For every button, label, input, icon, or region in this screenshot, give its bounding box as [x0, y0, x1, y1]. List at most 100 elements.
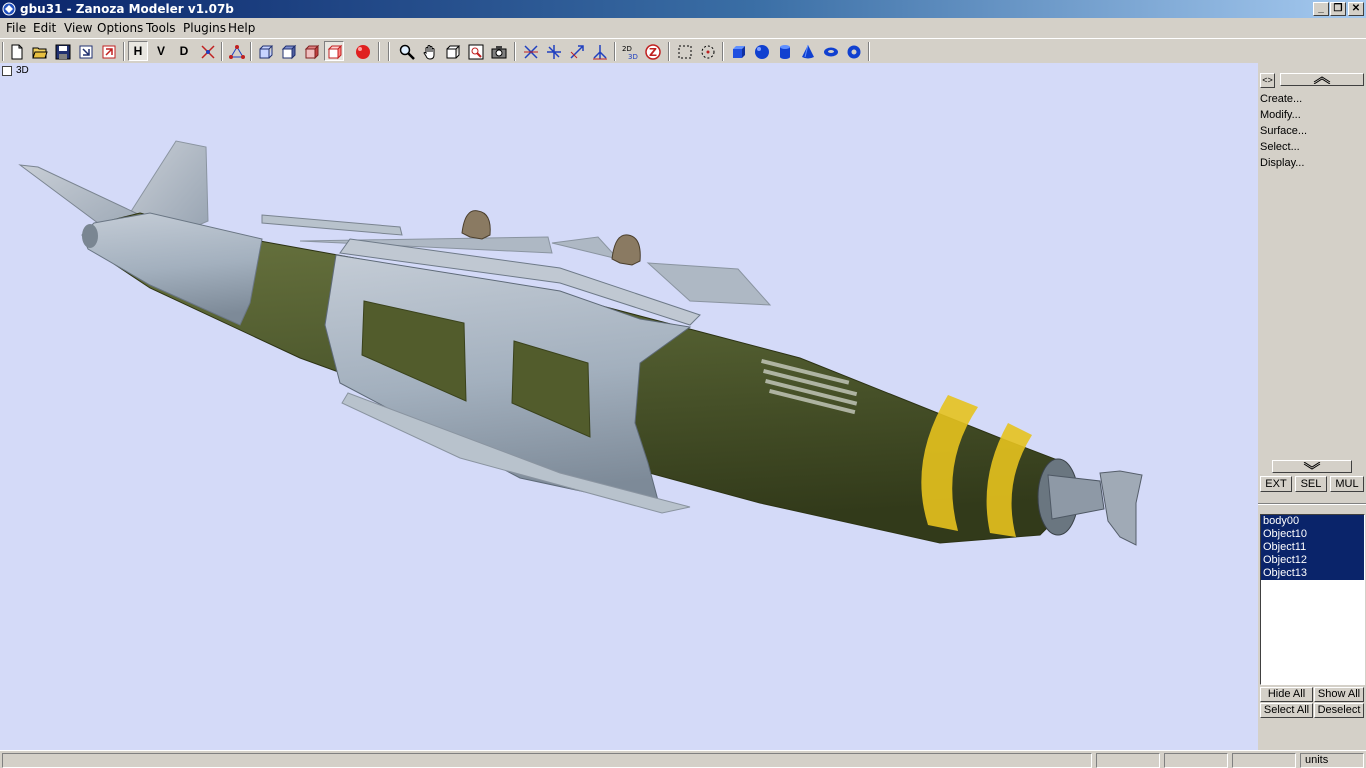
- open-folder-icon: [32, 47, 48, 59]
- svg-text:2D: 2D: [622, 45, 632, 53]
- rect-select-icon: [678, 45, 692, 59]
- view-h-button[interactable]: H: [128, 41, 148, 61]
- status-bar: units: [0, 750, 1366, 768]
- view-d-button[interactable]: D: [174, 41, 194, 61]
- object-list[interactable]: body00 Object10 Object11 Object12 Object…: [1260, 514, 1365, 685]
- status-units: units: [1300, 753, 1364, 768]
- box-cube-icon: [281, 44, 297, 60]
- bomb-model: [18, 140, 1143, 546]
- chevron-up-icon: [1313, 76, 1331, 85]
- close-button[interactable]: ✕: [1348, 2, 1364, 16]
- mirror-button[interactable]: [589, 41, 609, 61]
- rotate-button[interactable]: [543, 41, 563, 61]
- ext-button[interactable]: EXT: [1260, 476, 1292, 492]
- create-box-button[interactable]: [728, 41, 748, 61]
- restore-button[interactable]: ❐: [1330, 2, 1346, 16]
- minimize-button[interactable]: _: [1313, 2, 1329, 16]
- scroll-up-button[interactable]: [1280, 73, 1364, 86]
- menu-help[interactable]: Help: [228, 21, 255, 35]
- scroll-down-button[interactable]: [1272, 460, 1352, 473]
- 2d-3d-button[interactable]: 2D 3D: [619, 41, 639, 61]
- list-item-object10[interactable]: Object10: [1261, 528, 1364, 541]
- select-all-button[interactable]: Select All: [1260, 703, 1313, 718]
- mirror-icon: [593, 45, 607, 60]
- box-cube-button[interactable]: [278, 41, 298, 61]
- scale-button[interactable]: [566, 41, 586, 61]
- zoom-region-button[interactable]: [465, 41, 485, 61]
- list-item-object13[interactable]: Object13: [1261, 567, 1364, 580]
- box-view-button[interactable]: [442, 41, 462, 61]
- panel-toggle-button[interactable]: <>: [1260, 73, 1275, 88]
- window-title: gbu31 - Zanoza Modeler v1.07b: [20, 2, 234, 16]
- rect-select-button[interactable]: [674, 41, 694, 61]
- import-button[interactable]: [75, 41, 95, 61]
- nose-fuze: [1047, 474, 1105, 520]
- panel-divider: [1258, 503, 1366, 505]
- command-create[interactable]: Create...: [1260, 93, 1302, 105]
- command-select[interactable]: Select...: [1260, 141, 1300, 153]
- list-item-body00[interactable]: body00: [1261, 515, 1364, 528]
- new-file-icon: [11, 44, 23, 60]
- create-cylinder-button[interactable]: [774, 41, 794, 61]
- command-modify[interactable]: Modify...: [1260, 109, 1301, 121]
- create-sphere-button[interactable]: [751, 41, 771, 61]
- app-icon: [2, 2, 16, 16]
- create-torus-button[interactable]: [820, 41, 840, 61]
- circle-select-button[interactable]: [697, 41, 717, 61]
- top-rail: [261, 214, 403, 236]
- toolbar-separator: [123, 42, 125, 61]
- axes-button[interactable]: [197, 41, 217, 61]
- export-button[interactable]: [98, 41, 118, 61]
- toolbar-separator: [250, 42, 252, 61]
- svg-text:3D: 3D: [628, 53, 638, 60]
- save-button[interactable]: [52, 41, 72, 61]
- wire-cube-button[interactable]: [255, 41, 275, 61]
- move-button[interactable]: [520, 41, 540, 61]
- render-sphere-button[interactable]: [352, 41, 372, 61]
- z-circle-icon: Z: [645, 44, 661, 60]
- toolbar-separator: [668, 42, 670, 61]
- create-cone-button[interactable]: [797, 41, 817, 61]
- menu-file[interactable]: File: [6, 21, 26, 35]
- menu-edit[interactable]: Edit: [33, 21, 56, 35]
- suspension-lug-1: [461, 210, 491, 240]
- blue-cylinder-icon: [780, 45, 790, 59]
- menu-options[interactable]: Options: [97, 21, 143, 35]
- menu-plugins[interactable]: Plugins: [183, 21, 226, 35]
- open-file-button[interactable]: [29, 41, 49, 61]
- svg-text:Z: Z: [649, 46, 657, 59]
- new-file-button[interactable]: [6, 41, 26, 61]
- zoom-button[interactable]: [396, 41, 416, 61]
- wire-cube-icon: [259, 45, 274, 59]
- show-all-button[interactable]: Show All: [1314, 687, 1364, 702]
- toolbar-grip: [2, 42, 4, 61]
- view-v-button[interactable]: V: [151, 41, 171, 61]
- flat-cube-button[interactable]: [301, 41, 321, 61]
- textured-cube-icon: [327, 44, 343, 60]
- camera-button[interactable]: [488, 41, 508, 61]
- vertex-button[interactable]: [226, 41, 246, 61]
- list-item-object12[interactable]: Object12: [1261, 554, 1364, 567]
- command-surface[interactable]: Surface...: [1260, 125, 1307, 137]
- textured-cube-button[interactable]: [324, 41, 344, 61]
- camera-icon: [491, 46, 507, 59]
- create-tube-button[interactable]: [843, 41, 863, 61]
- mul-button[interactable]: MUL: [1330, 476, 1364, 492]
- status-panel-3: [1232, 753, 1296, 768]
- sel-button[interactable]: SEL: [1295, 476, 1327, 492]
- blue-torus-icon: [824, 47, 838, 57]
- menu-view[interactable]: View: [64, 21, 92, 35]
- list-item-object11[interactable]: Object11: [1261, 541, 1364, 554]
- chevron-down-icon: [1303, 461, 1321, 470]
- hide-all-button[interactable]: Hide All: [1260, 687, 1313, 702]
- toolbar: H V D 2D 3D Z: [0, 38, 1366, 63]
- pan-button[interactable]: [419, 41, 439, 61]
- deselect-button[interactable]: Deselect: [1314, 703, 1364, 718]
- toolbar-separator: [722, 42, 724, 61]
- z-axis-button[interactable]: Z: [642, 41, 662, 61]
- menu-tools[interactable]: Tools: [146, 21, 176, 35]
- blue-cone-icon: [802, 44, 814, 59]
- circle-select-icon: [701, 45, 715, 59]
- command-display[interactable]: Display...: [1260, 157, 1304, 169]
- 3d-viewport[interactable]: 3D: [0, 63, 1258, 750]
